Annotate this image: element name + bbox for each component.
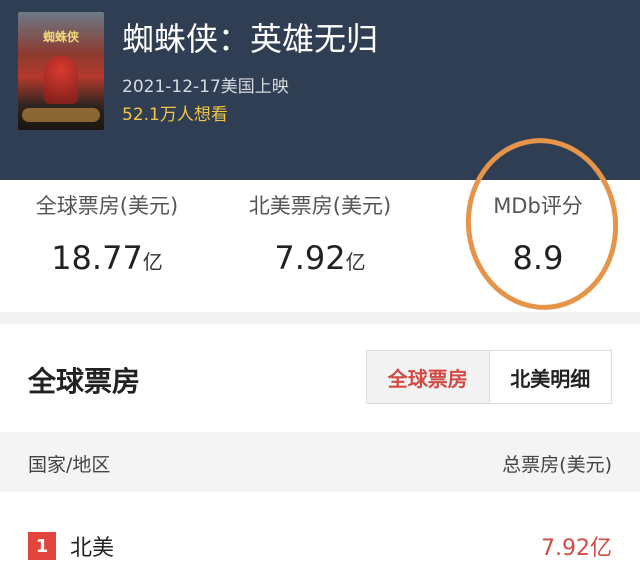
stat-value: 18.77亿 [51, 239, 163, 277]
stat-global-box-office: 全球票房(美元) 18.77亿 [28, 180, 186, 282]
column-header-region: 国家/地区 [28, 454, 111, 476]
box-office-tabs: 全球票房 北美明细 [366, 350, 612, 404]
region-amount: 7.92亿 [541, 536, 612, 561]
stat-label: 全球票房(美元) [35, 194, 179, 218]
tab-global-box-office[interactable]: 全球票房 [367, 351, 490, 403]
tab-north-america-detail[interactable]: 北美明细 [489, 351, 611, 403]
release-info: 2021-12-17美国上映 [122, 77, 289, 97]
table-header: 国家/地区 总票房(美元) [0, 432, 640, 492]
stat-label: 北美票房(美元) [248, 194, 392, 218]
want-to-see-count: 52.1万人想看 [122, 105, 228, 125]
movie-poster[interactable]: 蜘蛛侠 [18, 12, 104, 130]
region-name: 北美 [70, 536, 115, 561]
stat-north-america-box-office: 北美票房(美元) 7.92亿 [241, 180, 399, 282]
movie-title: 蜘蛛侠：英雄无归 [122, 20, 379, 58]
poster-glow [22, 108, 100, 122]
section-divider [0, 312, 640, 324]
poster-title: 蜘蛛侠 [42, 30, 79, 44]
stat-value: 7.92亿 [274, 239, 366, 277]
column-header-total: 总票房(美元) [502, 454, 612, 476]
rank-badge: 1 [28, 532, 56, 560]
table-row[interactable]: 1 北美 7.92亿 [0, 520, 640, 561]
section-title: 全球票房 [28, 365, 141, 398]
poster-hero-figure [44, 56, 78, 104]
